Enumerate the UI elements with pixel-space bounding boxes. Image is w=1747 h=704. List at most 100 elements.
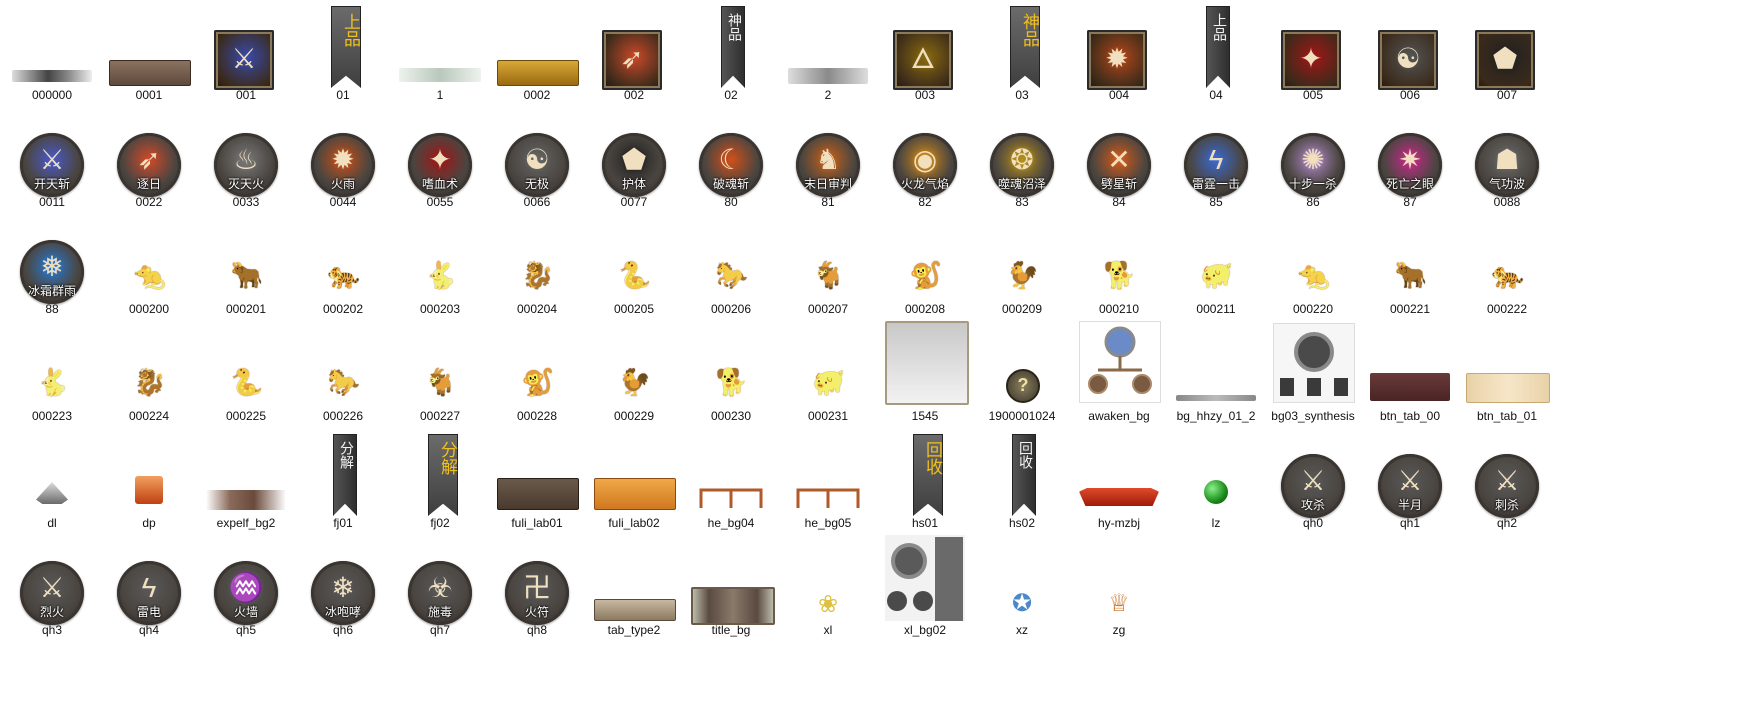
file-item[interactable]: ✪ xz — [974, 535, 1070, 637]
file-item[interactable]: 🐂 000201 — [198, 214, 294, 316]
file-item[interactable]: ❅ 冰霜群雨 88 — [4, 214, 100, 316]
file-item[interactable]: 🐉 000224 — [101, 321, 197, 423]
file-item[interactable]: 神品 02 — [683, 0, 779, 102]
file-item[interactable]: ⚔ 攻杀 qh0 — [1265, 428, 1361, 530]
file-item[interactable]: 上品 04 — [1168, 0, 1264, 102]
file-item[interactable]: ✕ 劈星斩 84 — [1071, 107, 1167, 209]
file-item[interactable]: ✷ 死亡之眼 87 — [1362, 107, 1458, 209]
file-item[interactable]: expelf_bg2 — [198, 428, 294, 530]
file-item[interactable]: 1 — [392, 0, 488, 102]
file-item[interactable]: ☯ 006 — [1362, 0, 1458, 102]
file-item[interactable]: 🐀 000200 — [101, 214, 197, 316]
file-thumbnail: 🐍 — [198, 321, 294, 409]
file-item[interactable]: ♒ 火墙 qh5 — [198, 535, 294, 637]
file-item[interactable]: 🐖 000211 — [1168, 214, 1264, 316]
file-item[interactable]: ✦ 嗜血术 0055 — [392, 107, 488, 209]
file-item[interactable]: ❀ xl — [780, 535, 876, 637]
file-item[interactable]: 🐇 000223 — [4, 321, 100, 423]
file-item[interactable]: ♕ zg — [1071, 535, 1167, 637]
file-item[interactable]: ✺ 十步一杀 86 — [1265, 107, 1361, 209]
file-item[interactable]: 🐎 000226 — [295, 321, 391, 423]
file-item[interactable]: ⚔ 刺杀 qh2 — [1459, 428, 1555, 530]
file-item[interactable]: 神品 03 — [974, 0, 1070, 102]
file-item[interactable]: ⚔ 烈火 qh3 — [4, 535, 100, 637]
file-item[interactable]: ? 1900001024 — [974, 321, 1070, 423]
file-item[interactable]: title_bg — [683, 535, 779, 637]
file-item[interactable]: lz — [1168, 428, 1264, 530]
file-item[interactable]: 🐍 000205 — [586, 214, 682, 316]
file-item[interactable]: 1545 — [877, 321, 973, 423]
file-item[interactable]: ⬟ 护体 0077 — [586, 107, 682, 209]
file-item[interactable]: 0002 — [489, 0, 585, 102]
file-item[interactable]: he_bg04 — [683, 428, 779, 530]
skill-label: 护体 — [621, 177, 646, 191]
file-item[interactable]: ⚔ 半月 qh1 — [1362, 428, 1458, 530]
file-item[interactable]: ☗ 气功波 0088 — [1459, 107, 1555, 209]
file-item[interactable]: ⚔ 001 — [198, 0, 294, 102]
file-item[interactable]: ☣ 施毒 qh7 — [392, 535, 488, 637]
file-item[interactable]: hy-mzbj — [1071, 428, 1167, 530]
file-item[interactable]: ⚔ 开天斩 0011 — [4, 107, 100, 209]
file-item[interactable]: 🐐 000207 — [780, 214, 876, 316]
file-item[interactable]: 🐖 000231 — [780, 321, 876, 423]
file-item[interactable]: 🐅 000202 — [295, 214, 391, 316]
file-item[interactable]: btn_tab_01 — [1459, 321, 1555, 423]
file-item[interactable]: 2 — [780, 0, 876, 102]
file-item[interactable]: ☯ 无极 0066 — [489, 107, 585, 209]
snowflake-icon-glyph: ❄ — [331, 572, 355, 603]
file-item[interactable]: 回收 hs01 — [877, 428, 973, 530]
file-item[interactable]: dl — [4, 428, 100, 530]
file-item[interactable]: 000000 — [4, 0, 100, 102]
file-item[interactable]: xl_bg02 — [877, 535, 973, 637]
file-item[interactable]: he_bg05 — [780, 428, 876, 530]
lightning-icon: ϟ 雷电 — [117, 561, 181, 625]
file-item[interactable]: fuli_lab01 — [489, 428, 585, 530]
fire-wall-icon: ♒ 火墙 — [214, 561, 278, 625]
file-item[interactable]: dp — [101, 428, 197, 530]
file-item[interactable]: awaken_bg — [1071, 321, 1167, 423]
file-item[interactable]: ϟ 雷电 qh4 — [101, 535, 197, 637]
file-item[interactable]: ❄ 冰咆哮 qh6 — [295, 535, 391, 637]
file-item[interactable]: 回收 hs02 — [974, 428, 1070, 530]
file-item[interactable]: tab_type2 — [586, 535, 682, 637]
file-item[interactable]: ✹ 火雨 0044 — [295, 107, 391, 209]
file-item[interactable]: bg_hhzy_01_2 — [1168, 321, 1264, 423]
file-item[interactable]: 🐒 000208 — [877, 214, 973, 316]
file-item[interactable]: ♨ 灭天火 0033 — [198, 107, 294, 209]
file-item[interactable]: 🐕 000210 — [1071, 214, 1167, 316]
file-item[interactable]: ☾ 破魂斩 80 — [683, 107, 779, 209]
file-item[interactable]: ✦ 005 — [1265, 0, 1361, 102]
file-item[interactable]: 🜂 003 — [877, 0, 973, 102]
file-item[interactable]: 🐇 000203 — [392, 214, 488, 316]
file-item[interactable]: 🐅 000222 — [1459, 214, 1555, 316]
file-name: 0033 — [232, 195, 260, 209]
file-item[interactable]: 🐕 000230 — [683, 321, 779, 423]
file-item[interactable]: fuli_lab02 — [586, 428, 682, 530]
file-item[interactable]: 🐀 000220 — [1265, 214, 1361, 316]
file-item[interactable]: btn_tab_00 — [1362, 321, 1458, 423]
file-item[interactable]: 0001 — [101, 0, 197, 102]
file-name: 81 — [821, 195, 835, 209]
file-item[interactable]: 🐂 000221 — [1362, 214, 1458, 316]
file-item[interactable]: 上品 01 — [295, 0, 391, 102]
file-item[interactable]: 🐎 000206 — [683, 214, 779, 316]
file-item[interactable]: ✹ 004 — [1071, 0, 1167, 102]
file-item[interactable]: ◉ 火龙气焰 82 — [877, 107, 973, 209]
file-item[interactable]: 🐐 000227 — [392, 321, 488, 423]
file-item[interactable]: 卍火符 qh8 — [489, 535, 585, 637]
file-item[interactable]: bg03_synthesis — [1265, 321, 1361, 423]
file-item[interactable]: 🐓 000229 — [586, 321, 682, 423]
file-item[interactable]: ⬟ 007 — [1459, 0, 1555, 102]
file-item[interactable]: 🐒 000228 — [489, 321, 585, 423]
file-item[interactable]: 分解 fj01 — [295, 428, 391, 530]
file-item[interactable]: ➶ 002 — [586, 0, 682, 102]
file-item[interactable]: ϟ 雷霆一击 85 — [1168, 107, 1264, 209]
blood-bird-icon: ✦ 嗜血术 — [408, 133, 472, 197]
file-item[interactable]: ❂ 噬魂沼泽 83 — [974, 107, 1070, 209]
file-item[interactable]: ♞ 末日审判 81 — [780, 107, 876, 209]
file-item[interactable]: ➶ 逐日 0022 — [101, 107, 197, 209]
file-item[interactable]: 🐓 000209 — [974, 214, 1070, 316]
file-item[interactable]: 🐍 000225 — [198, 321, 294, 423]
file-item[interactable]: 🐉 000204 — [489, 214, 585, 316]
file-item[interactable]: 分解 fj02 — [392, 428, 488, 530]
